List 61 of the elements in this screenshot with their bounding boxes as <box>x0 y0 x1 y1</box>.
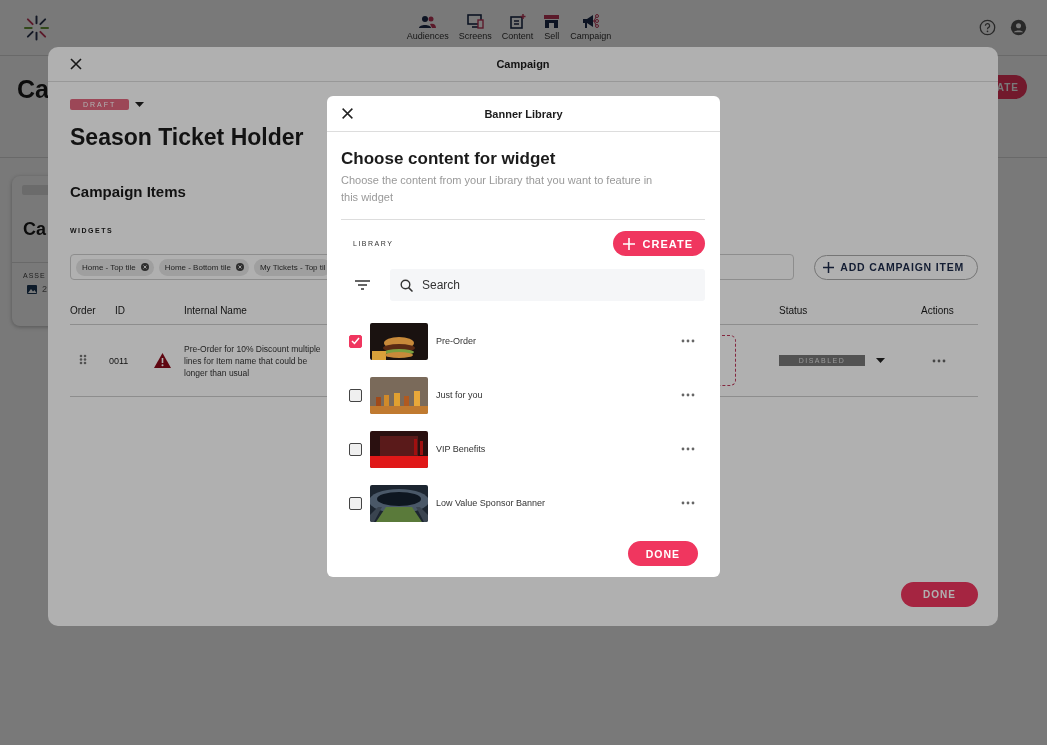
table-cell: Pre-Order for 10% Discount multiple lines for Item name that could be longer than usual <box>184 342 322 379</box>
dialog-title: Campaign <box>496 58 550 70</box>
section-title: Campaign Items <box>70 183 186 200</box>
search-icon <box>400 279 413 292</box>
more-button[interactable] <box>681 501 695 505</box>
plus-icon <box>622 237 635 250</box>
column-header: Internal Name <box>184 304 248 316</box>
caret-icon[interactable] <box>876 358 885 363</box>
banner-name: VIP Benefits <box>436 444 486 454</box>
checkbox[interactable] <box>349 334 362 348</box>
nav-item[interactable]: Sell <box>543 14 561 41</box>
banner-name: Just for you <box>436 390 483 400</box>
remove-icon[interactable] <box>140 263 149 271</box>
dialog-description: Choose the content from your Library that you want to feature in this widget <box>341 173 654 205</box>
dialog-heading: Choose content for widget <box>341 149 557 169</box>
plus-icon <box>823 261 835 273</box>
add-campaign-item-button[interactable]: ADD CAMPAIGN ITEM <box>814 254 978 280</box>
banner-name: Pre-Order <box>436 336 476 346</box>
help-icon[interactable] <box>979 19 996 36</box>
column-header: Actions <box>921 304 955 316</box>
page-title: Ca <box>17 75 49 104</box>
close-button[interactable] <box>341 106 354 120</box>
widget-chip[interactable]: Home - Bottom tile <box>158 258 249 276</box>
people-icon <box>419 14 437 29</box>
card-title: Ca <box>23 219 46 240</box>
column-header: Status <box>779 304 809 316</box>
dialog-title: Banner Library <box>484 107 563 120</box>
more-button[interactable] <box>681 393 695 397</box>
nav-item[interactable]: Content <box>501 14 534 41</box>
more-button[interactable] <box>932 358 946 363</box>
column-header: Order <box>70 304 97 316</box>
drag-handle-icon[interactable] <box>79 354 87 365</box>
nav-item[interactable]: Campaign <box>570 14 612 41</box>
close-button[interactable] <box>68 56 84 72</box>
column-header: ID <box>115 304 126 316</box>
store-icon <box>543 14 561 29</box>
megaphone-icon <box>582 14 600 29</box>
table-cell: 0011 <box>109 355 129 366</box>
checkbox[interactable] <box>349 388 362 402</box>
done-button[interactable]: DONE <box>627 541 698 566</box>
nav-item[interactable]: Screens <box>458 14 492 41</box>
image-icon <box>27 284 37 294</box>
nav-item[interactable]: Audiences <box>406 14 449 41</box>
logo-icon[interactable] <box>24 14 49 41</box>
more-button[interactable] <box>681 339 695 343</box>
create-button[interactable]: CREATE <box>612 231 705 256</box>
search-field[interactable]: Search <box>390 269 705 301</box>
widget-chip[interactable]: Home - Top tile <box>76 258 154 276</box>
asset-count: 2 <box>42 284 47 294</box>
done-button[interactable]: DONE <box>901 582 978 607</box>
more-button[interactable] <box>681 447 695 451</box>
monitor-icon <box>466 14 484 29</box>
document-plus-icon <box>509 14 526 29</box>
caret-icon[interactable] <box>135 102 145 107</box>
banner-name: Low Value Sponsor Banner <box>436 498 545 508</box>
checkbox[interactable] <box>349 496 362 510</box>
remove-icon[interactable] <box>235 263 244 271</box>
campaign-name: Season Ticket Holder <box>70 124 304 151</box>
account-icon[interactable] <box>1010 19 1027 36</box>
filter-icon[interactable] <box>355 280 370 290</box>
checkbox[interactable] <box>349 442 362 456</box>
